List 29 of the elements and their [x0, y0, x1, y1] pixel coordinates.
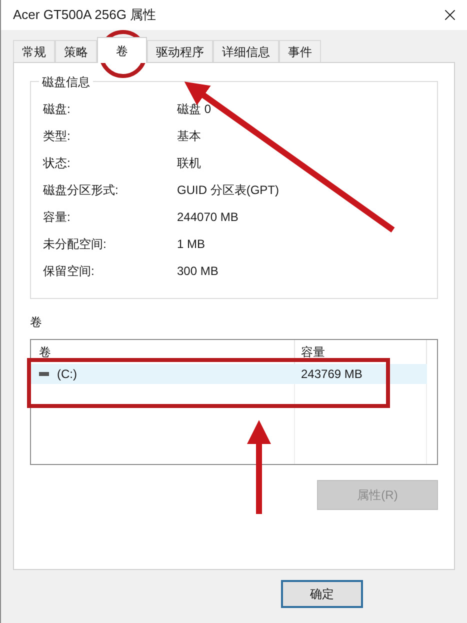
field-value: 1 MB [177, 236, 206, 252]
field-value: 基本 [177, 128, 201, 144]
field-label: 保留空间: [43, 262, 96, 280]
group-title: 磁盘信息 [39, 73, 93, 91]
field-value: 联机 [177, 154, 201, 172]
ok-button[interactable]: 确定 [281, 580, 363, 608]
tab[interactable]: 事件 [279, 40, 321, 62]
tab[interactable]: 常规 [13, 40, 55, 62]
tab[interactable]: 驱动程序 [147, 40, 213, 62]
drive-icon [39, 372, 49, 376]
table-cell-text: (C:) [57, 366, 77, 383]
window-title: Acer GT500A 256G 属性 [13, 6, 156, 24]
field-label: 状态: [43, 154, 72, 172]
tab[interactable]: 卷 [97, 37, 147, 63]
field-label: 类型: [43, 128, 72, 144]
field-label: 未分配空间: [43, 236, 108, 252]
field-label: 磁盘: [43, 100, 72, 118]
field-value: 244070 MB [177, 208, 238, 226]
tab[interactable]: 详细信息 [213, 40, 279, 62]
section-label: 卷 [30, 314, 43, 331]
field-label: 磁盘分区形式: [43, 182, 120, 198]
highlight-circle [99, 30, 147, 78]
field-value: 300 MB [177, 262, 218, 280]
field-value: 磁盘 0 [177, 100, 212, 118]
tab[interactable]: 策略 [55, 40, 97, 62]
table-cell-text: 243769 MB [300, 366, 362, 383]
field-label: 容量: [43, 208, 72, 226]
field-value: GUID 分区表(GPT) [177, 182, 279, 198]
list-row[interactable]: (C:) 243769 MB [31, 364, 427, 384]
